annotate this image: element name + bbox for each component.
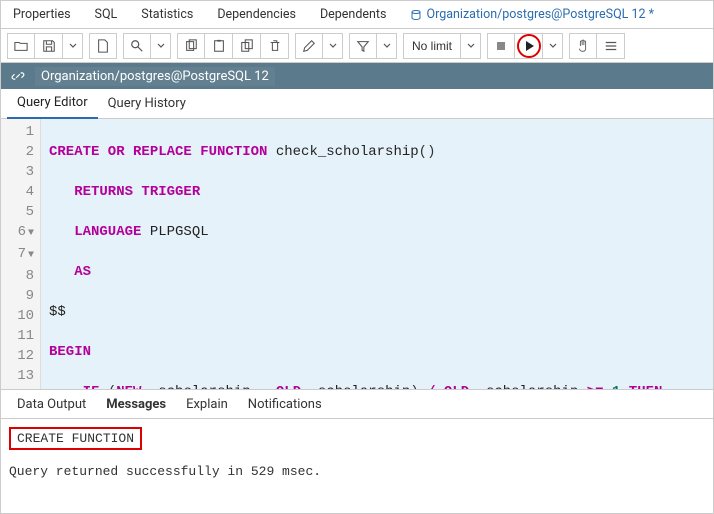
line-number: 8 — [1, 266, 34, 286]
pencil-icon — [302, 39, 316, 53]
chevron-down-icon — [69, 42, 77, 50]
connection-bar: Organization/postgres@PostgreSQL 12 — [1, 63, 713, 89]
code-editor[interactable]: 1 2 3 4 5 6▼ 7▼ 8 9 10 11 12 13 CREATE O… — [1, 119, 713, 389]
document-button[interactable] — [89, 33, 117, 59]
line-number: 5 — [1, 202, 34, 222]
output-highlight: CREATE FUNCTION — [9, 427, 142, 450]
explain-button[interactable] — [569, 33, 597, 59]
editor-tabs: Query Editor Query History — [1, 89, 713, 119]
delete-button[interactable] — [261, 33, 289, 59]
tab-messages[interactable]: Messages — [96, 389, 176, 419]
chevron-down-icon — [467, 42, 475, 50]
chevron-down-icon — [329, 42, 337, 50]
top-tabs: Properties SQL Statistics Dependencies D… — [1, 1, 713, 29]
find-button[interactable] — [123, 33, 151, 59]
list-icon — [604, 39, 618, 53]
line-number: 7▼ — [1, 244, 34, 266]
tab-data-output[interactable]: Data Output — [7, 389, 96, 419]
folder-open-icon — [14, 39, 28, 53]
save-icon — [42, 39, 56, 53]
execute-button[interactable] — [515, 33, 543, 59]
output-panel: CREATE FUNCTION Query returned successfu… — [1, 419, 713, 487]
tab-connection[interactable]: Organization/postgres@PostgreSQL 12 * — [398, 1, 666, 29]
line-number: 4 — [1, 182, 34, 202]
save-button[interactable] — [35, 33, 63, 59]
filter-dropdown[interactable] — [377, 33, 397, 59]
edit-dropdown[interactable] — [323, 33, 343, 59]
line-number: 11 — [1, 326, 34, 346]
open-button[interactable] — [7, 33, 35, 59]
tab-properties[interactable]: Properties — [1, 1, 83, 29]
link-icon[interactable] — [7, 65, 29, 87]
paste-icon — [212, 39, 226, 53]
filter-icon — [356, 39, 370, 53]
stop-icon — [495, 40, 507, 52]
line-number: 6▼ — [1, 222, 34, 244]
line-number: 2 — [1, 142, 34, 162]
tab-sql[interactable]: SQL — [83, 1, 130, 29]
chevron-down-icon — [383, 42, 391, 50]
tab-connection-label: Organization/postgres@PostgreSQL 12 * — [426, 7, 654, 22]
limit-dropdown[interactable] — [461, 33, 481, 59]
tab-query-history[interactable]: Query History — [98, 89, 196, 119]
line-number: 1 — [1, 122, 34, 142]
tab-dependents[interactable]: Dependents — [308, 1, 399, 29]
database-icon — [410, 9, 422, 21]
edit-button[interactable] — [295, 33, 323, 59]
tab-dependencies[interactable]: Dependencies — [205, 1, 308, 29]
file-icon — [96, 39, 110, 53]
duplicate-button[interactable] — [233, 33, 261, 59]
output-tabs: Data Output Messages Explain Notificatio… — [1, 389, 713, 419]
chevron-down-icon — [549, 42, 557, 50]
output-status: Query returned successfully in 529 msec. — [9, 464, 705, 479]
filter-button[interactable] — [349, 33, 377, 59]
more-button[interactable] — [597, 33, 625, 59]
copy-icon — [184, 39, 198, 53]
copy-button[interactable] — [177, 33, 205, 59]
paste-button[interactable] — [205, 33, 233, 59]
stop-button[interactable] — [487, 33, 515, 59]
trash-icon — [268, 39, 282, 53]
line-number: 9 — [1, 286, 34, 306]
tab-notifications[interactable]: Notifications — [238, 389, 332, 419]
connection-text: Organization/postgres@PostgreSQL 12 — [35, 67, 275, 86]
execute-dropdown[interactable] — [543, 33, 563, 59]
save-dropdown[interactable] — [63, 33, 83, 59]
hand-icon — [576, 39, 590, 53]
line-number: 13 — [1, 366, 34, 386]
chevron-down-icon — [157, 42, 165, 50]
duplicate-icon — [240, 39, 254, 53]
line-number: 12 — [1, 346, 34, 366]
find-dropdown[interactable] — [151, 33, 171, 59]
tab-statistics[interactable]: Statistics — [129, 1, 205, 29]
code-area[interactable]: CREATE OR REPLACE FUNCTION check_scholar… — [41, 119, 713, 389]
toolbar: No limit — [1, 29, 713, 63]
line-number: 3 — [1, 162, 34, 182]
tab-query-editor[interactable]: Query Editor — [7, 89, 98, 119]
play-icon — [523, 40, 535, 52]
line-number: 10 — [1, 306, 34, 326]
search-icon — [130, 39, 144, 53]
gutter: 1 2 3 4 5 6▼ 7▼ 8 9 10 11 12 13 — [1, 119, 41, 389]
limit-select[interactable]: No limit — [403, 33, 461, 59]
tab-explain[interactable]: Explain — [176, 389, 238, 419]
